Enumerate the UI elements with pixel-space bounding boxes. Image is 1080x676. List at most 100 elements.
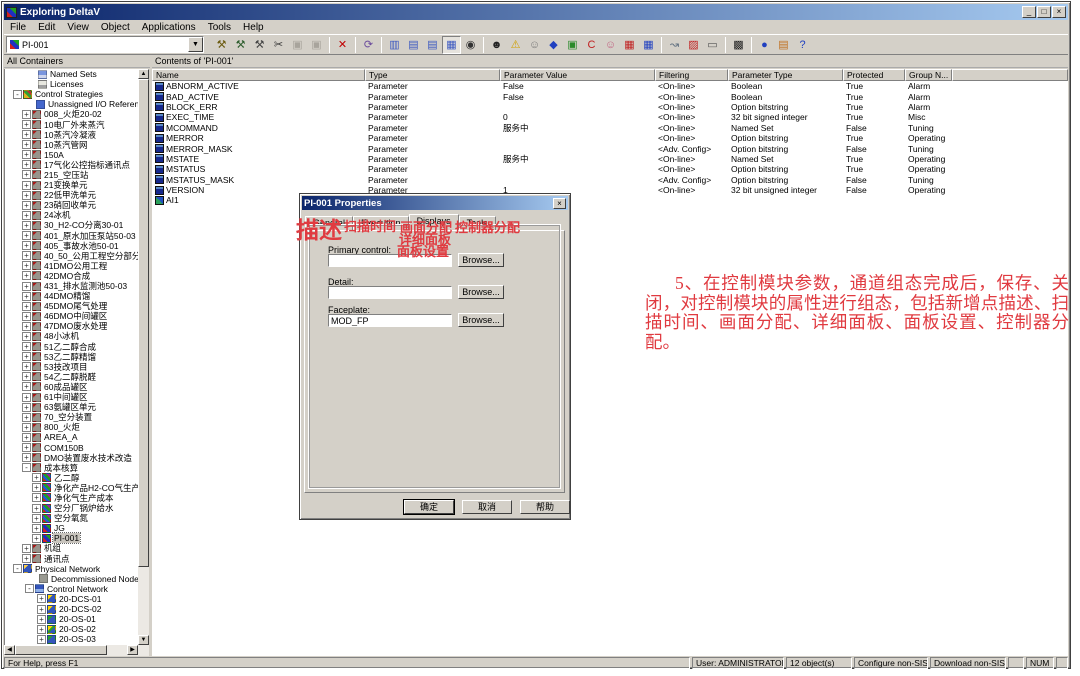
- expand-icon[interactable]: +: [37, 625, 46, 634]
- table-row-merror-mask[interactable]: MERROR_MASKParameter<Adv. Config>Option …: [152, 143, 1068, 153]
- large-icons-icon[interactable]: ▥: [385, 36, 404, 54]
- tree-item-150a[interactable]: 150A: [43, 150, 65, 160]
- menu-applications[interactable]: Applications: [136, 22, 202, 33]
- tree-item-431-50-03[interactable]: 431_排水监测池50-03: [43, 281, 128, 291]
- table-row-bad-active[interactable]: BAD_ACTIVEParameterFalse<On-line>Boolean…: [152, 91, 1068, 101]
- column-header-name[interactable]: Name: [152, 69, 365, 81]
- table-row-mstate[interactable]: MSTATEParameter服务中<On-line>Named SetTrue…: [152, 154, 1068, 164]
- table-row-block-err[interactable]: BLOCK_ERRParameter<On-line>Option bitstr…: [152, 102, 1068, 112]
- batch-icon[interactable]: ▩: [729, 36, 748, 54]
- delete-icon[interactable]: ✕: [333, 36, 352, 54]
- expand-icon[interactable]: +: [22, 150, 31, 159]
- tree-item-pi-001[interactable]: PI-001: [53, 533, 80, 543]
- expand-icon[interactable]: +: [22, 140, 31, 149]
- find-icon[interactable]: ◉: [461, 36, 480, 54]
- expand-icon[interactable]: +: [22, 211, 31, 220]
- help-button[interactable]: 帮助: [520, 500, 570, 514]
- tree-item-60[interactable]: 60成品罐区: [43, 382, 88, 392]
- tree-item-405-50-01[interactable]: 405_事故水池50-01: [43, 241, 120, 251]
- menu-edit[interactable]: Edit: [32, 22, 61, 33]
- tree-item-17[interactable]: 17气化公控指标通讯点: [43, 160, 131, 170]
- detail-input[interactable]: [328, 286, 452, 299]
- tree-item-401-50-03[interactable]: 401_原水加压泵站50-03: [43, 231, 137, 241]
- table-row-ai1[interactable]: AI1: [152, 195, 1068, 205]
- tree-item-20-os-03[interactable]: 20-OS-03: [58, 634, 97, 644]
- column-header-filtering[interactable]: Filtering: [655, 69, 728, 81]
- expand-icon[interactable]: +: [22, 322, 31, 331]
- expand-icon[interactable]: +: [32, 524, 41, 533]
- tree-item-44dmo[interactable]: 44DMO精馏: [43, 291, 91, 301]
- tree-horizontal-scrollbar[interactable]: ◀ ▶: [4, 645, 149, 656]
- operator-icon[interactable]: ☺: [525, 36, 544, 54]
- copy-icon[interactable]: ▣: [288, 36, 307, 54]
- diagnostics-icon[interactable]: ◆: [544, 36, 563, 54]
- tree-item-008-20-02[interactable]: 008_火炬20-02: [43, 109, 103, 119]
- expand-icon[interactable]: +: [22, 231, 31, 240]
- expand-icon[interactable]: +: [22, 433, 31, 442]
- tree-item-blank[interactable]: 成本核算: [43, 463, 79, 473]
- collapse-icon[interactable]: -: [13, 90, 22, 99]
- scroll-down-icon[interactable]: ▼: [138, 635, 149, 645]
- expand-icon[interactable]: +: [22, 191, 31, 200]
- column-header-group-n[interactable]: Group N...: [905, 69, 952, 81]
- tree-item-48[interactable]: 48小冰机: [43, 331, 80, 341]
- tree-item-20-dcs-02[interactable]: 20-DCS-02: [58, 604, 103, 614]
- tree-item-22[interactable]: 22低甲洗单元: [43, 190, 97, 200]
- close-button[interactable]: ×: [1052, 6, 1066, 18]
- scroll-up-icon[interactable]: ▲: [138, 69, 149, 79]
- expand-icon[interactable]: +: [37, 594, 46, 603]
- menu-object[interactable]: Object: [95, 22, 136, 33]
- trend-icon[interactable]: ↝: [665, 36, 684, 54]
- paste-icon[interactable]: ▣: [307, 36, 326, 54]
- expand-icon[interactable]: +: [32, 514, 41, 523]
- tree-item-control-strategies[interactable]: Control Strategies: [34, 89, 104, 99]
- alarm-icon[interactable]: ⚠: [506, 36, 525, 54]
- expand-icon[interactable]: +: [22, 120, 31, 129]
- tree-item-area-a[interactable]: AREA_A: [43, 432, 79, 442]
- cancel-button[interactable]: 取消: [462, 500, 512, 514]
- detail-browse-button[interactable]: Browse...: [458, 285, 504, 299]
- expand-icon[interactable]: +: [32, 534, 41, 543]
- expand-icon[interactable]: +: [22, 413, 31, 422]
- collapse-icon[interactable]: -: [22, 463, 31, 472]
- expand-icon[interactable]: +: [22, 393, 31, 402]
- tree-item-53[interactable]: 53乙二醇精馏: [43, 352, 97, 362]
- tree-item-blank[interactable]: 乙二醇: [53, 473, 81, 483]
- expand-icon[interactable]: +: [22, 403, 31, 412]
- tree-item-unassigned-i-o-references[interactable]: Unassigned I/O References: [47, 99, 138, 109]
- expand-icon[interactable]: +: [22, 201, 31, 210]
- tree-item-800[interactable]: 800_火炬: [43, 422, 81, 432]
- tree-item-46dmo[interactable]: 46DMO中间罐区: [43, 311, 108, 321]
- menu-tools[interactable]: Tools: [202, 22, 237, 33]
- list-view-icon[interactable]: ▤: [423, 36, 442, 54]
- expand-icon[interactable]: +: [32, 504, 41, 513]
- books-icon[interactable]: ▤: [774, 36, 793, 54]
- expand-icon[interactable]: +: [22, 221, 31, 230]
- tree-item-named-sets[interactable]: Named Sets: [49, 69, 98, 79]
- tree-item-61[interactable]: 61中间罐区: [43, 392, 88, 402]
- collapse-icon[interactable]: -: [13, 564, 22, 573]
- tree-item-control-network[interactable]: Control Network: [46, 584, 109, 594]
- expand-icon[interactable]: +: [22, 453, 31, 462]
- column-header-protected[interactable]: Protected: [843, 69, 905, 81]
- dialog-close-icon[interactable]: ×: [553, 198, 566, 209]
- tree-item-24[interactable]: 24冰机: [43, 210, 71, 220]
- tree-item-53[interactable]: 53技改项目: [43, 362, 88, 372]
- cut-icon[interactable]: ✂: [269, 36, 288, 54]
- expand-icon[interactable]: +: [22, 372, 31, 381]
- expand-icon[interactable]: +: [22, 241, 31, 250]
- new-object-icon[interactable]: ⚒: [212, 36, 231, 54]
- faceplate-input[interactable]: [328, 314, 452, 327]
- expand-icon[interactable]: +: [22, 181, 31, 190]
- tree-item-dmo[interactable]: DMO装置废水技术改造: [43, 453, 133, 463]
- expand-icon[interactable]: +: [22, 130, 31, 139]
- expand-icon[interactable]: +: [22, 423, 31, 432]
- tree-item-10[interactable]: 10蒸汽管网: [43, 140, 88, 150]
- table-row-mstatus-mask[interactable]: MSTATUS_MASKParameter<Adv. Config>Option…: [152, 175, 1068, 185]
- new-area-icon[interactable]: ⚒: [250, 36, 269, 54]
- expand-icon[interactable]: +: [22, 271, 31, 280]
- tree-item-21[interactable]: 21变换单元: [43, 180, 88, 190]
- tree-item-com150b[interactable]: COM150B: [43, 443, 85, 453]
- tree-item-42dmo[interactable]: 42DMO合成: [43, 271, 91, 281]
- expand-icon[interactable]: +: [22, 160, 31, 169]
